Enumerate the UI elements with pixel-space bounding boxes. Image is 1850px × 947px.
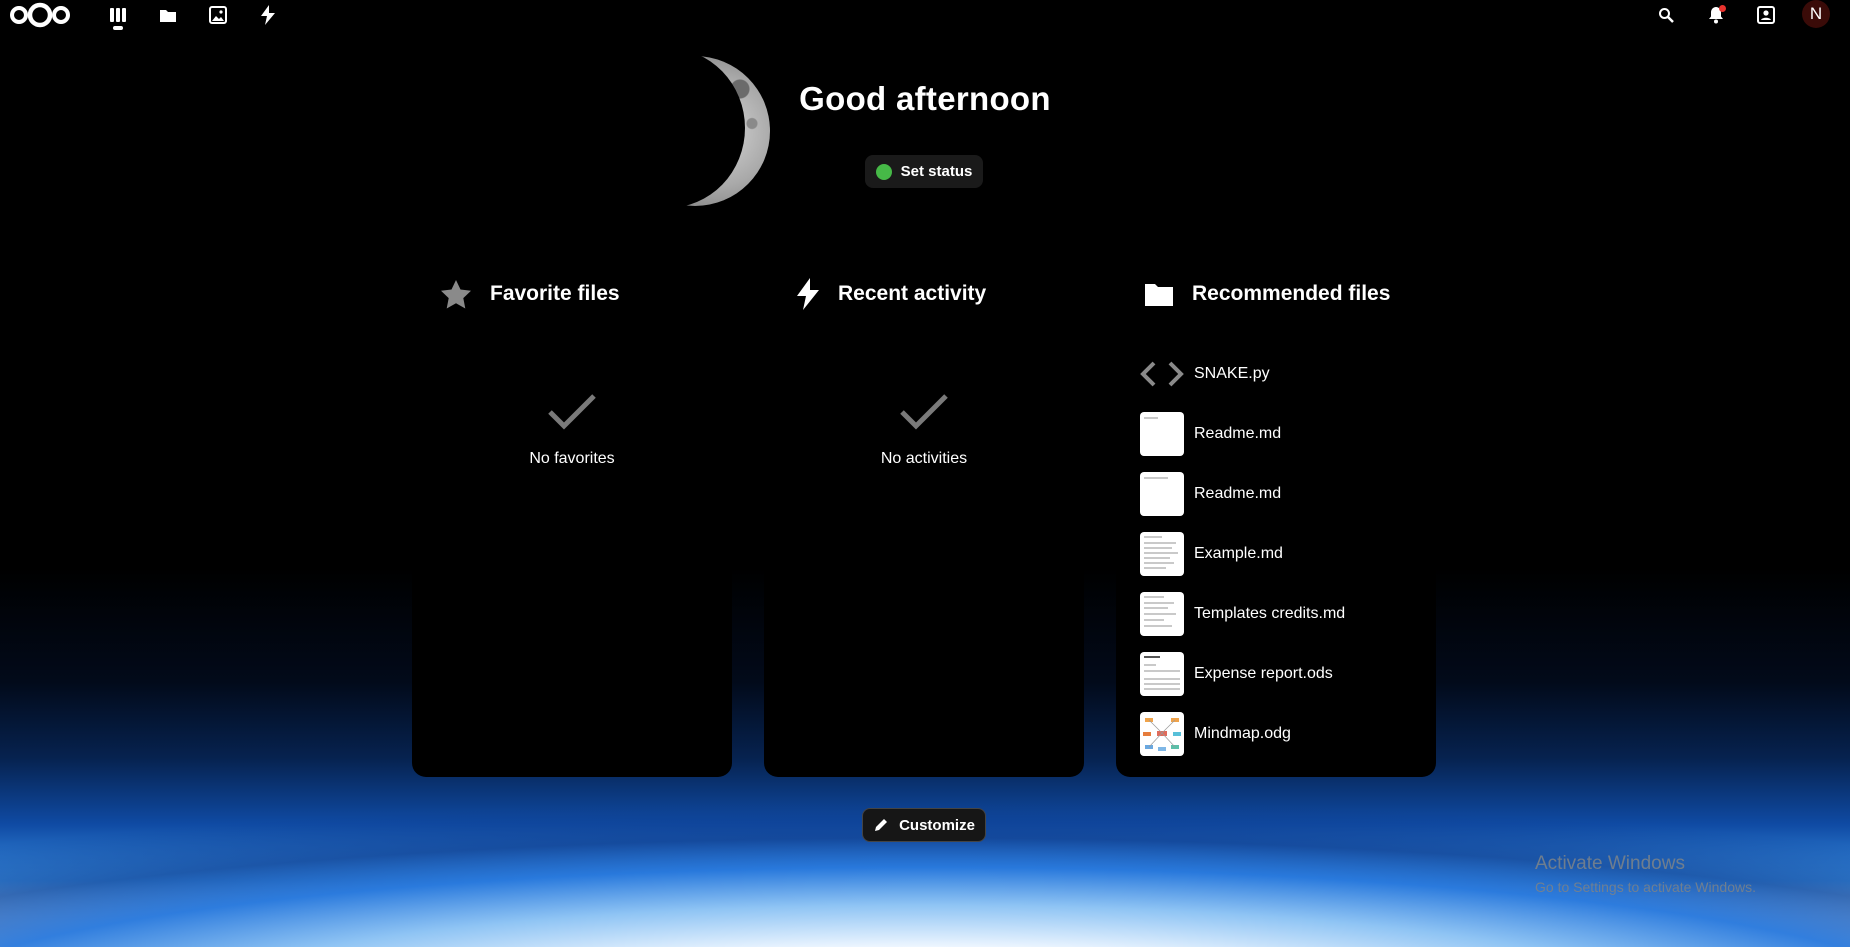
spreadsheet-thumbnail: [1140, 652, 1184, 696]
app-files[interactable]: [154, 3, 182, 27]
recommended-files-header[interactable]: Recommended files: [1144, 274, 1390, 314]
search-button[interactable]: [1652, 3, 1680, 27]
favorite-files-header[interactable]: Favorite files: [440, 274, 620, 314]
lightning-icon: [797, 278, 819, 310]
contacts-icon: [1757, 6, 1775, 24]
no-favorites-text: No favorites: [529, 450, 615, 467]
user-avatar[interactable]: N: [1802, 0, 1830, 28]
nextcloud-logo-icon[interactable]: [8, 2, 72, 28]
activate-windows-watermark: Activate Windows Go to Settings to activ…: [1535, 853, 1756, 895]
file-item[interactable]: Example.md: [1140, 524, 1430, 584]
recent-activity-header[interactable]: Recent activity: [796, 274, 986, 314]
app-activity[interactable]: [254, 3, 282, 27]
active-app-indicator: [113, 26, 123, 30]
document-thumbnail: [1140, 532, 1184, 576]
set-status-label: Set status: [900, 163, 973, 180]
document-thumbnail: [1140, 412, 1184, 456]
folder-icon: [160, 9, 176, 22]
file-item[interactable]: Readme.md: [1140, 464, 1430, 524]
watermark-subtitle: Go to Settings to activate Windows.: [1535, 879, 1756, 895]
file-name: Readme.md: [1194, 425, 1282, 442]
watermark-title: Activate Windows: [1535, 853, 1685, 874]
code-file-icon: [1140, 361, 1184, 387]
file-name: Readme.md: [1194, 485, 1282, 502]
checkmark-icon: [548, 394, 596, 430]
file-item[interactable]: Mindmap.odg: [1140, 704, 1430, 764]
recent-activity-title: Recent activity: [838, 282, 987, 305]
app-dashboard[interactable]: [104, 3, 132, 27]
recommended-files-widget: Recommended files SNAKE.py Readme.md Rea…: [1116, 254, 1436, 777]
moon-shadow: [590, 48, 745, 208]
recent-activity-widget: Recent activity No activities: [764, 254, 1084, 777]
file-item[interactable]: SNAKE.py: [1140, 344, 1430, 404]
favorite-files-title: Favorite files: [490, 282, 620, 305]
app-photos[interactable]: [204, 3, 232, 27]
file-item[interactable]: Expense report.ods: [1140, 644, 1430, 704]
no-activities-text: No activities: [880, 450, 968, 467]
recommended-file-list: SNAKE.py Readme.md Readme.md Example.md …: [1140, 344, 1430, 764]
notification-badge: [1719, 5, 1726, 12]
customize-label: Customize: [899, 816, 975, 834]
file-name: Expense report.ods: [1194, 665, 1333, 682]
mindmap-thumbnail: [1140, 712, 1184, 756]
document-thumbnail: [1140, 472, 1184, 516]
lightning-icon: [261, 5, 275, 25]
folder-icon: [1145, 284, 1173, 306]
set-status-button[interactable]: Set status: [865, 155, 983, 188]
favorite-files-widget: Favorite files No favorites: [412, 254, 732, 777]
star-icon: [441, 280, 471, 309]
pencil-icon: [875, 819, 888, 831]
file-item[interactable]: Readme.md: [1140, 404, 1430, 464]
checkmark-icon: [900, 394, 948, 430]
customize-button[interactable]: Customize: [862, 808, 986, 842]
file-name: Example.md: [1194, 545, 1283, 562]
top-bar: N: [0, 0, 1850, 30]
file-item[interactable]: Templates credits.md: [1140, 584, 1430, 644]
image-icon: [209, 6, 227, 24]
favorites-empty-state: No favorites: [412, 392, 732, 468]
file-name: Mindmap.odg: [1194, 725, 1291, 742]
file-name: Templates credits.md: [1194, 605, 1346, 622]
status-online-icon: [875, 163, 892, 180]
dashboard-icon: [110, 8, 126, 22]
search-icon: [1659, 8, 1674, 23]
contacts-button[interactable]: [1752, 3, 1780, 27]
activity-empty-state: No activities: [764, 392, 1084, 468]
document-thumbnail: [1140, 592, 1184, 636]
file-name: SNAKE.py: [1194, 365, 1270, 382]
recommended-files-title: Recommended files: [1192, 282, 1391, 305]
greeting-title: Good afternoon: [799, 80, 1051, 117]
